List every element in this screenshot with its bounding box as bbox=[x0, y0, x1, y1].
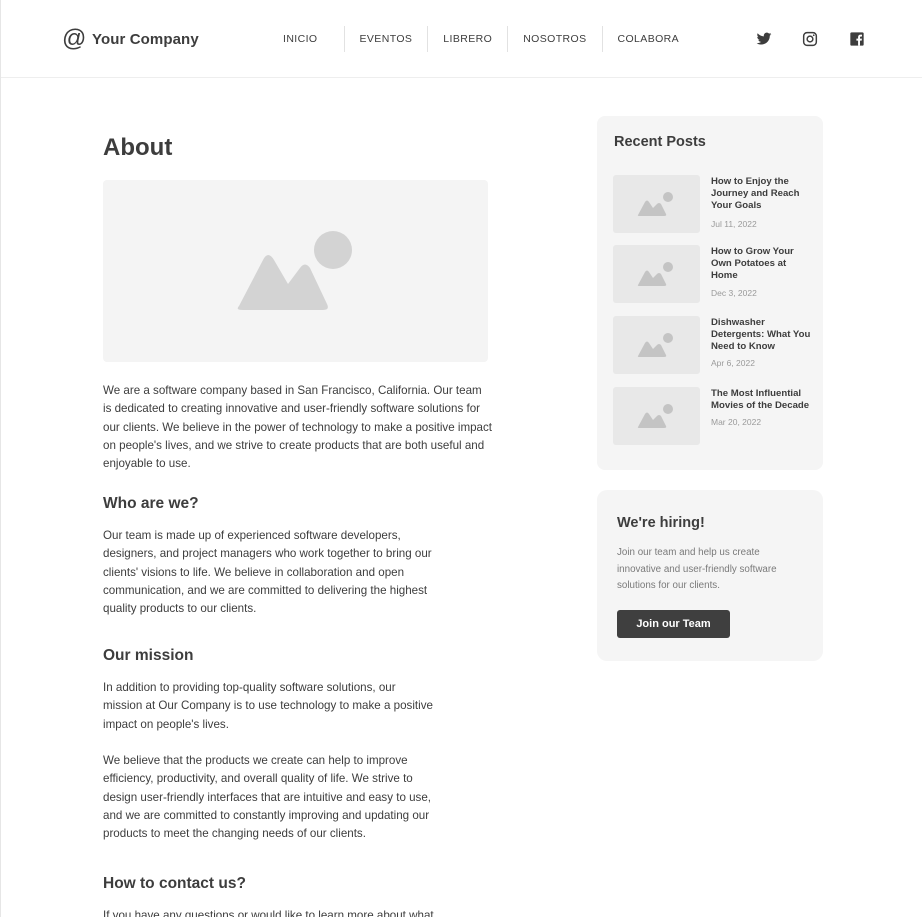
image-placeholder-icon bbox=[637, 192, 673, 216]
main-nav: INICIO EVENTOS LIBRERO NOSOTROS COLABORA bbox=[257, 26, 694, 52]
hiring-text: Join our team and help us create innovat… bbox=[617, 547, 777, 591]
nav-item-eventos[interactable]: EVENTOS bbox=[343, 26, 428, 52]
post-title[interactable]: Dishwasher Detergents: What You Need to … bbox=[711, 317, 811, 354]
company-name: Your Company bbox=[92, 30, 199, 48]
logo[interactable]: @ Your Company bbox=[62, 27, 199, 51]
hero-image-placeholder bbox=[103, 180, 488, 362]
site-header: @ Your Company INICIO EVENTOS LIBRERO NO… bbox=[1, 0, 922, 78]
image-placeholder-icon bbox=[237, 231, 352, 310]
mission-paragraph-1: In addition to providing top-quality sof… bbox=[103, 681, 433, 731]
recent-post-item[interactable]: How to Enjoy the Journey and Reach Your … bbox=[613, 175, 813, 233]
nav-item-inicio[interactable]: INICIO bbox=[257, 26, 344, 52]
who-heading: Who are we? bbox=[103, 495, 199, 512]
hiring-card: We're hiring! Join our team and help us … bbox=[597, 490, 823, 661]
contact-heading: How to contact us? bbox=[103, 875, 246, 892]
nav-item-nosotros[interactable]: NOSOTROS bbox=[507, 26, 601, 52]
at-logo-icon: @ bbox=[62, 25, 87, 52]
post-thumbnail bbox=[613, 175, 700, 233]
twitter-icon[interactable] bbox=[756, 31, 772, 47]
recent-posts-card: Recent Posts How to Enjoy the Journey an… bbox=[597, 116, 823, 470]
contact-paragraph: If you have any questions or would like … bbox=[103, 909, 434, 917]
facebook-icon[interactable] bbox=[849, 31, 865, 47]
join-team-button[interactable]: Join our Team bbox=[617, 610, 730, 638]
post-thumbnail bbox=[613, 387, 700, 445]
hiring-heading: We're hiring! bbox=[617, 515, 705, 531]
post-date: Dec 3, 2022 bbox=[711, 288, 757, 298]
recent-post-item[interactable]: Dishwasher Detergents: What You Need to … bbox=[613, 316, 813, 374]
post-date: Jul 11, 2022 bbox=[711, 219, 757, 229]
recent-posts-heading: Recent Posts bbox=[614, 134, 706, 150]
nav-item-librero[interactable]: LIBRERO bbox=[427, 26, 507, 52]
page-title: About bbox=[103, 134, 173, 161]
post-title[interactable]: How to Enjoy the Journey and Reach Your … bbox=[711, 176, 811, 213]
post-title[interactable]: How to Grow Your Own Potatoes at Home bbox=[711, 246, 811, 283]
recent-post-item[interactable]: How to Grow Your Own Potatoes at Home De… bbox=[613, 245, 813, 303]
post-date: Mar 20, 2022 bbox=[711, 417, 762, 427]
instagram-icon[interactable] bbox=[802, 31, 818, 47]
post-date: Apr 6, 2022 bbox=[711, 358, 755, 368]
post-title[interactable]: The Most Influential Movies of the Decad… bbox=[711, 388, 811, 412]
mission-heading: Our mission bbox=[103, 647, 194, 664]
post-thumbnail bbox=[613, 245, 700, 303]
image-placeholder-icon bbox=[637, 404, 673, 428]
nav-item-colabora[interactable]: COLABORA bbox=[601, 26, 695, 52]
mission-paragraph-2: We believe that the products we create c… bbox=[103, 754, 432, 841]
intro-paragraph: We are a software company based in San F… bbox=[103, 384, 493, 471]
recent-post-item[interactable]: The Most Influential Movies of the Decad… bbox=[613, 387, 813, 445]
post-thumbnail bbox=[613, 316, 700, 374]
who-paragraph: Our team is made up of experienced softw… bbox=[103, 529, 432, 616]
image-placeholder-icon bbox=[637, 262, 673, 286]
image-placeholder-icon bbox=[637, 333, 673, 357]
